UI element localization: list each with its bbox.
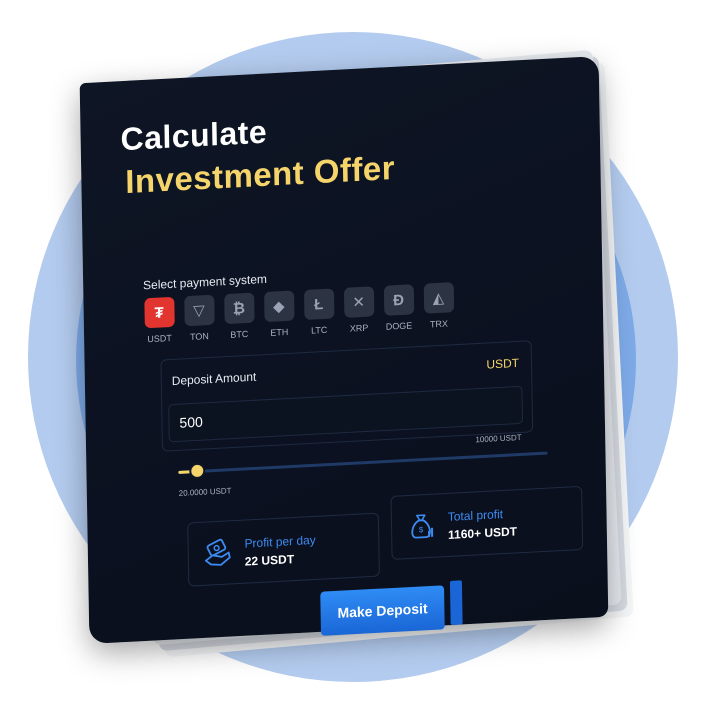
button-accent-bar [449, 580, 463, 626]
tron-icon: ◭ [423, 282, 454, 314]
slider-handle[interactable] [188, 462, 205, 480]
coin-option-usdt[interactable]: ₮ USDT [143, 296, 175, 345]
coin-option-doge[interactable]: Đ DOGE [383, 284, 415, 332]
payment-system-label: Select payment system [142, 271, 268, 293]
doge-icon: Đ [383, 284, 414, 316]
cash-hand-icon [204, 538, 231, 566]
coin-label: XRP [349, 322, 369, 334]
payment-system-list: ₮ USDT ▽ TON ₿ BTC ◆ ETH Ł LTC ✕ XRP Đ D… [143, 282, 454, 344]
coin-label: USDT [147, 332, 172, 345]
coin-option-eth[interactable]: ◆ ETH [263, 290, 295, 338]
profit-per-day-card: Profit per day 22 USDT [187, 512, 380, 587]
make-deposit-button[interactable]: Make Deposit [320, 585, 445, 636]
page-title: Calculate [120, 113, 268, 158]
deposit-amount-label: Deposit Amount [171, 369, 257, 389]
profit-per-day-title: Profit per day [244, 532, 316, 551]
total-profit-card: $ Total profit 1160+ USDT [390, 485, 584, 560]
total-profit-title: Total profit [447, 507, 504, 524]
deposit-currency: USDT [486, 355, 520, 372]
coin-label: TRX [429, 318, 448, 330]
deposit-amount-input[interactable]: 500 [168, 385, 524, 443]
coin-option-ltc[interactable]: Ł LTC [303, 288, 335, 336]
ton-icon: ▽ [183, 294, 215, 327]
svg-text:$: $ [419, 525, 424, 534]
ethereum-icon: ◆ [263, 290, 295, 323]
xrp-icon: ✕ [343, 286, 374, 318]
coin-label: TON [189, 331, 209, 343]
calculator-card: Calculate Investment Offer Select paymen… [79, 56, 609, 644]
coin-option-btc[interactable]: ₿ BTC [223, 292, 255, 341]
coin-label: BTC [230, 328, 249, 340]
deposit-min-label: 20.0000 USDT [178, 486, 232, 498]
total-profit-value: 1160+ USDT [447, 524, 518, 542]
profit-per-day-value: 22 USDT [244, 552, 295, 569]
coin-label: LTC [310, 324, 328, 336]
money-bag-icon: $ [411, 514, 434, 539]
page-subtitle: Investment Offer [124, 148, 396, 201]
coin-label: ETH [270, 326, 289, 338]
coin-option-xrp[interactable]: ✕ XRP [343, 286, 375, 334]
booklet: Calculate Investment Offer Select paymen… [0, 0, 704, 704]
coin-label: DOGE [385, 320, 413, 332]
coin-option-trx[interactable]: ◭ TRX [423, 282, 455, 330]
litecoin-icon: Ł [303, 288, 334, 321]
coin-option-ton[interactable]: ▽ TON [183, 294, 215, 343]
tether-icon: ₮ [143, 296, 175, 329]
bitcoin-icon: ₿ [223, 292, 255, 325]
deposit-max-label: 10000 USDT [475, 432, 522, 445]
deposit-slider[interactable] [178, 451, 548, 480]
